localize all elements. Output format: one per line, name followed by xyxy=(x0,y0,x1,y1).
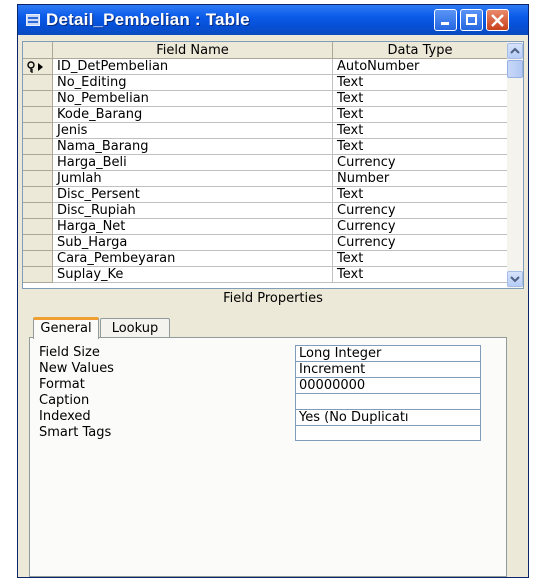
row-selector[interactable] xyxy=(23,139,53,155)
table-row[interactable]: Jenis Text xyxy=(23,123,508,139)
field-name-cell[interactable]: Nama_Barang xyxy=(53,139,333,155)
property-label: Caption xyxy=(39,393,90,408)
table-row[interactable]: Nama_Barang Text xyxy=(23,139,508,155)
scroll-up-button[interactable] xyxy=(507,43,523,59)
table-row[interactable]: Cara_Pembeyaran Text xyxy=(23,251,508,267)
property-label: Format xyxy=(39,377,85,392)
row-selector[interactable] xyxy=(23,75,53,91)
field-name-cell[interactable]: Disc_Rupiah xyxy=(53,203,333,219)
field-name-cell[interactable]: Disc_Persent xyxy=(53,187,333,203)
field-name-cell[interactable]: Jenis xyxy=(53,123,333,139)
row-pointer-icon xyxy=(38,63,43,71)
close-button[interactable] xyxy=(486,9,509,31)
data-type-cell[interactable]: Currency xyxy=(333,155,508,171)
table-design-window: Detail_Pembelian : Table Field Name Data… xyxy=(17,4,529,578)
indexed-value[interactable]: Yes (No Duplicatı xyxy=(295,409,481,425)
key-icon xyxy=(27,61,43,73)
row-selector[interactable] xyxy=(23,123,53,139)
field-name-header: Field Name xyxy=(53,42,333,59)
tab-general[interactable]: General xyxy=(33,317,99,339)
row-selector[interactable] xyxy=(23,235,53,251)
field-name-cell[interactable]: Jumlah xyxy=(53,171,333,187)
field-name-cell[interactable]: Kode_Barang xyxy=(53,107,333,123)
row-selector[interactable] xyxy=(23,251,53,267)
field-name-cell[interactable]: Sub_Harga xyxy=(53,235,333,251)
field-name-cell[interactable]: Harga_Net xyxy=(53,219,333,235)
maximize-icon xyxy=(466,14,477,25)
field-grid: Field Name Data Type ID_DetPembelian Aut… xyxy=(22,41,524,289)
field-name-cell[interactable]: No_Pembelian xyxy=(53,91,333,107)
chevron-down-icon xyxy=(510,276,520,283)
row-selector[interactable] xyxy=(23,219,53,235)
property-label: Field Size xyxy=(39,345,100,360)
field-name-cell[interactable]: ID_DetPembelian xyxy=(53,59,333,75)
table-row[interactable]: Suplay_Ke Text xyxy=(23,267,508,283)
data-type-cell[interactable]: Text xyxy=(333,251,508,267)
chevron-up-icon xyxy=(510,47,520,54)
caption-value[interactable] xyxy=(295,393,481,409)
row-selector[interactable] xyxy=(23,203,53,219)
data-type-cell[interactable]: Text xyxy=(333,91,508,107)
data-type-cell[interactable]: Text xyxy=(333,75,508,91)
table-row[interactable]: No_Pembelian Text xyxy=(23,91,508,107)
data-type-cell[interactable]: Text xyxy=(333,107,508,123)
table-row[interactable]: Disc_Persent Text xyxy=(23,187,508,203)
field-name-cell[interactable]: Suplay_Ke xyxy=(53,267,333,283)
tab-lookup[interactable]: Lookup xyxy=(100,318,170,339)
data-type-cell[interactable]: Text xyxy=(333,267,508,283)
row-selector[interactable] xyxy=(23,187,53,203)
row-selector-header[interactable] xyxy=(23,42,53,59)
title-bar[interactable]: Detail_Pembelian : Table xyxy=(18,5,528,35)
minimize-button[interactable] xyxy=(434,9,457,31)
property-label: New Values xyxy=(39,361,114,376)
data-type-cell[interactable]: Text xyxy=(333,139,508,155)
field-size-value[interactable]: Long Integer xyxy=(295,345,481,361)
minimize-icon xyxy=(441,22,449,25)
scroll-down-button[interactable] xyxy=(507,271,523,287)
table-row[interactable]: Jumlah Number xyxy=(23,171,508,187)
maximize-button[interactable] xyxy=(460,9,483,31)
field-properties-title: Field Properties xyxy=(223,291,323,306)
data-type-cell[interactable]: Currency xyxy=(333,219,508,235)
data-type-cell[interactable]: Currency xyxy=(333,203,508,219)
field-name-cell[interactable]: No_Editing xyxy=(53,75,333,91)
format-value[interactable]: 00000000 xyxy=(295,377,481,393)
table-row[interactable]: Harga_Net Currency xyxy=(23,219,508,235)
row-selector[interactable] xyxy=(23,267,53,283)
property-label: Indexed xyxy=(39,409,91,424)
close-icon xyxy=(491,14,504,27)
data-type-cell[interactable]: Number xyxy=(333,171,508,187)
row-selector[interactable] xyxy=(23,155,53,171)
field-name-cell[interactable]: Cara_Pembeyaran xyxy=(53,251,333,267)
table-row[interactable]: No_Editing Text xyxy=(23,75,508,91)
data-type-cell[interactable]: Text xyxy=(333,187,508,203)
row-selector[interactable] xyxy=(23,91,53,107)
property-label: Smart Tags xyxy=(39,425,112,440)
smart-tags-value[interactable] xyxy=(295,425,481,441)
data-type-cell[interactable]: Text xyxy=(333,123,508,139)
row-selector[interactable] xyxy=(23,107,53,123)
data-type-header: Data Type xyxy=(333,42,508,59)
data-type-cell[interactable]: AutoNumber xyxy=(333,59,508,75)
vertical-scrollbar[interactable] xyxy=(507,42,523,288)
table-row[interactable]: Kode_Barang Text xyxy=(23,107,508,123)
data-type-cell[interactable]: Currency xyxy=(333,235,508,251)
new-values-value[interactable]: Increment xyxy=(295,361,481,377)
table-row[interactable]: Harga_Beli Currency xyxy=(23,155,508,171)
row-selector[interactable] xyxy=(23,171,53,187)
row-selector[interactable] xyxy=(23,59,53,75)
table-row[interactable]: ID_DetPembelian AutoNumber xyxy=(23,59,508,75)
table-row[interactable]: Disc_Rupiah Currency xyxy=(23,203,508,219)
scroll-thumb[interactable] xyxy=(507,60,523,78)
field-name-cell[interactable]: Harga_Beli xyxy=(53,155,333,171)
table-row[interactable]: Sub_Harga Currency xyxy=(23,235,508,251)
window-title: Detail_Pembelian : Table xyxy=(46,10,250,29)
table-icon xyxy=(26,14,40,26)
